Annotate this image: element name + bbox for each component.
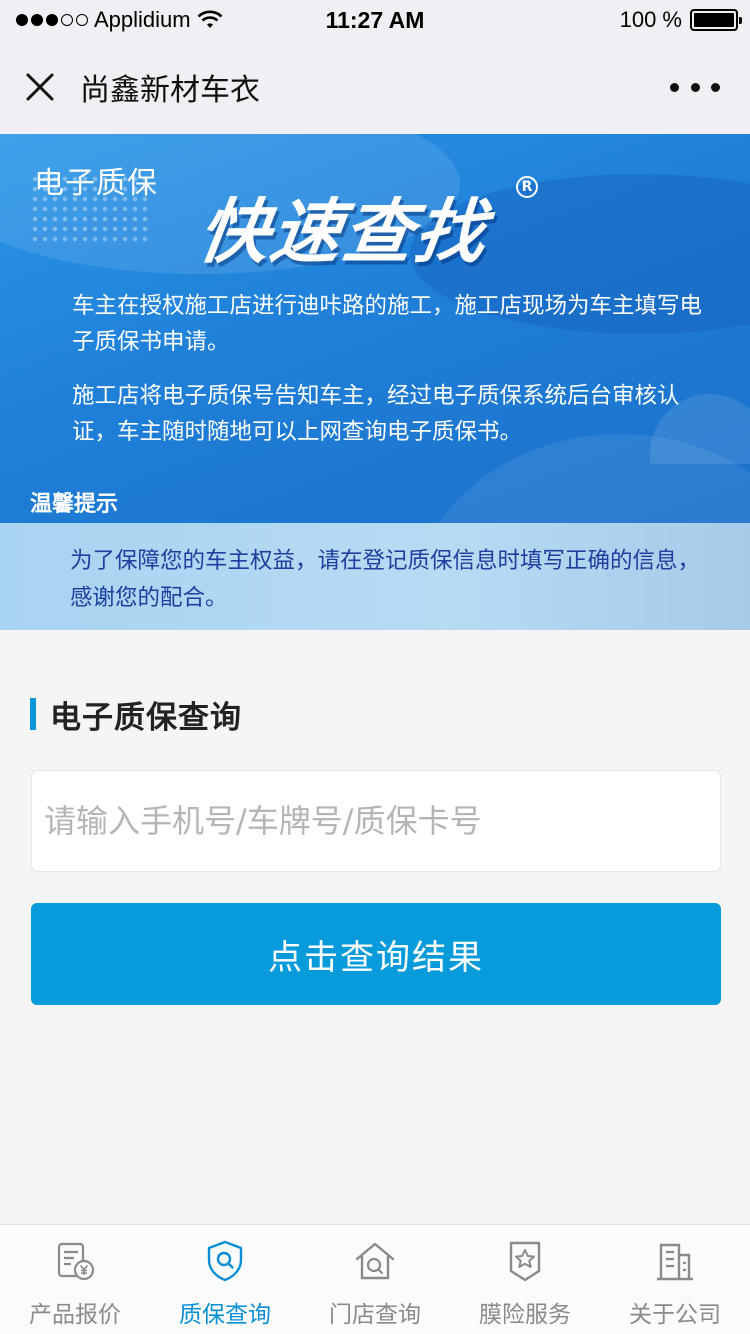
banner-paragraph-2: 施工店将电子质保号告知车主，经过电子质保系统后台审核认证，车主随时随地可以上网查…: [72, 383, 680, 445]
tab-film-insurance[interactable]: 膜险服务: [450, 1225, 600, 1334]
status-bar: Applidium 11:27 AM 100 %: [0, 0, 750, 40]
battery-icon: [690, 9, 742, 31]
close-button[interactable]: [0, 40, 80, 134]
more-dot: [670, 82, 679, 92]
tip-box: 为了保障您的车主权益，请在登记质保信息时填写正确的信息，感谢您的配合。: [0, 523, 750, 630]
warranty-banner: 电子质保 快速查找 R 车主在授权施工店进行迪咔路的施工，施工店现场为车主填写电…: [0, 134, 750, 630]
store-search-icon: [355, 1242, 395, 1280]
building-icon: [657, 1243, 693, 1281]
carrier-name: Applidium: [94, 7, 191, 32]
section-header: 电子质保查询: [30, 694, 242, 736]
tab-label: 门店查询: [329, 1302, 421, 1328]
close-icon: [26, 73, 54, 101]
tab-about-company[interactable]: 关于公司: [600, 1225, 750, 1334]
tab-warranty-query[interactable]: 质保查询: [150, 1225, 300, 1334]
more-dot: [711, 82, 720, 92]
tab-label: 关于公司: [629, 1302, 721, 1328]
tab-label: 膜险服务: [479, 1302, 571, 1328]
banner-headline: 快速查找: [193, 191, 493, 273]
banner-tag: 电子质保: [34, 166, 158, 201]
section-accent-bar: [30, 698, 36, 730]
tab-store-query[interactable]: 门店查询: [300, 1225, 450, 1334]
status-left: Applidium: [16, 7, 223, 33]
status-right: 100 %: [619, 7, 742, 33]
warranty-search-input[interactable]: [31, 770, 721, 872]
tip-text: 为了保障您的车主权益，请在登记质保信息时填写正确的信息，感谢您的配合。: [70, 548, 701, 611]
tip-title: 温馨提示: [30, 492, 119, 517]
bottom-tab-bar: 产品报价 质保查询 门店查询 膜险服务 关于公司: [0, 1224, 750, 1334]
tab-label: 产品报价: [29, 1302, 121, 1328]
star-badge-icon: [509, 1241, 541, 1282]
more-dot: [690, 82, 700, 92]
nav-bar: 尚鑫新材车衣: [0, 40, 750, 134]
section-title: 电子质保查询: [50, 699, 242, 736]
shield-search-icon: [207, 1240, 243, 1282]
tab-label: 质保查询: [179, 1302, 271, 1328]
page-title: 尚鑫新材车衣: [80, 73, 260, 108]
tab-product-price[interactable]: 产品报价: [0, 1225, 150, 1334]
wifi-icon: [197, 10, 223, 28]
banner-paragraph-1: 车主在授权施工店进行迪咔路的施工，施工店现场为车主填写电子质保书申请。: [72, 293, 703, 355]
more-menu-button[interactable]: [670, 70, 720, 104]
battery-percent: 100 %: [619, 7, 682, 32]
signal-strength-icon: [16, 14, 88, 26]
query-result-button[interactable]: 点击查询结果: [31, 903, 721, 1005]
price-doc-icon: [57, 1242, 95, 1281]
registered-mark-icon: R: [516, 176, 538, 198]
